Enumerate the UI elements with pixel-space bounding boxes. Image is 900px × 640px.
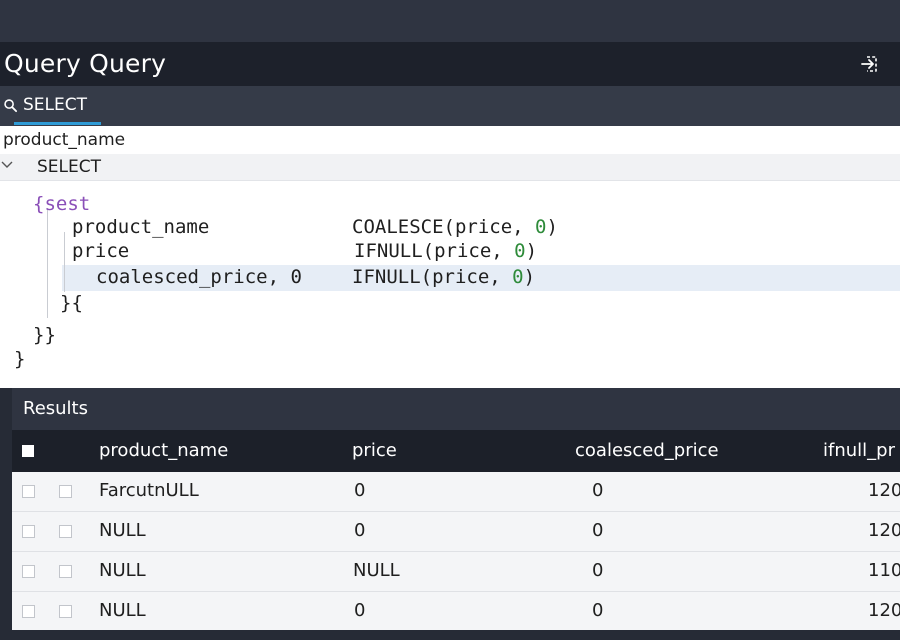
cell-price: 0 — [354, 600, 366, 621]
cell-ifnull-price: 110 — [868, 560, 900, 581]
column-header-product-name[interactable]: product_name — [99, 440, 228, 461]
cell-product-name: NULL — [99, 600, 146, 621]
tab-select[interactable]: SELECT — [0, 86, 102, 126]
row-checkbox[interactable] — [22, 565, 35, 578]
title-bar: Query Query — [0, 42, 900, 86]
bottom-bar — [0, 630, 900, 640]
cell-price: 0 — [354, 520, 366, 541]
results-title: Results — [23, 398, 88, 419]
cell-coalesced-price: 0 — [592, 600, 604, 621]
cell-coalesced-price: 0 — [592, 480, 604, 501]
code-line-5: }{ — [60, 292, 83, 314]
row-checkbox[interactable] — [22, 485, 35, 498]
exit-arrow-icon[interactable] — [858, 52, 882, 76]
code-line-2-left: product_name — [72, 216, 210, 238]
cell-product-name: FarcutnULL — [99, 480, 199, 501]
row-checkbox[interactable] — [22, 525, 35, 538]
search-icon — [4, 99, 18, 113]
code-line-3-right: IFNULL(price, 0) — [354, 240, 538, 262]
table-row[interactable]: FarcutnULL 0 0 120 — [12, 472, 900, 512]
indent-guide — [47, 208, 48, 318]
row-checkbox[interactable] — [59, 525, 72, 538]
row-checkbox[interactable] — [59, 565, 72, 578]
row-checkbox[interactable] — [59, 605, 72, 618]
cell-price: NULL — [353, 560, 400, 581]
query-editor[interactable]: product_name SELECT {sest product_name C… — [0, 126, 900, 388]
code-line-7: } — [14, 348, 26, 370]
active-tab-indicator — [14, 122, 101, 125]
cell-ifnull-price: 120 — [868, 480, 900, 501]
row-checkbox[interactable] — [59, 485, 72, 498]
chevron-down-icon[interactable] — [0, 157, 14, 171]
column-header-price[interactable]: price — [352, 440, 397, 461]
select-all-checkbox[interactable] — [22, 445, 34, 457]
cell-product-name: NULL — [99, 520, 146, 541]
table-row[interactable]: NULL NULL 0 110 — [12, 552, 900, 592]
indent-guide — [64, 232, 65, 292]
cell-coalesced-price: 0 — [592, 520, 604, 541]
section-row[interactable]: SELECT — [0, 154, 900, 181]
tab-label: SELECT — [23, 95, 87, 115]
tab-bar: SELECT — [0, 86, 900, 126]
window-title: Query Query — [4, 49, 167, 78]
cell-price: 0 — [354, 480, 366, 501]
breadcrumb: product_name — [3, 130, 126, 150]
code-line-4-right: IFNULL(price, 0) — [352, 266, 536, 288]
code-line-1: {sest — [33, 193, 91, 215]
results-panel: Results product_name price coalesced_pri… — [12, 388, 900, 640]
table-row[interactable]: NULL 0 0 120 — [12, 592, 900, 632]
results-column-header: product_name price coalesced_price ifnul… — [12, 430, 900, 472]
column-header-ifnull-price[interactable]: ifnull_pr — [823, 440, 895, 461]
cell-product-name: NULL — [99, 560, 146, 581]
code-line-2-right: COALESCE(price, 0) — [352, 216, 558, 238]
cell-coalesced-price: 0 — [592, 560, 604, 581]
section-label: SELECT — [37, 157, 101, 177]
cell-ifnull-price: 120 — [868, 520, 900, 541]
table-row[interactable]: NULL 0 0 120 — [12, 512, 900, 552]
results-header: Results — [12, 388, 900, 430]
code-line-3-left: price — [72, 240, 130, 262]
cell-ifnull-price: 120 — [868, 600, 900, 621]
code-line-6: }} — [33, 324, 56, 346]
column-header-coalesced-price[interactable]: coalesced_price — [575, 440, 719, 461]
code-line-4-left: coalesced_price, 0 — [96, 266, 302, 288]
row-checkbox[interactable] — [22, 605, 35, 618]
top-strip — [0, 0, 900, 42]
